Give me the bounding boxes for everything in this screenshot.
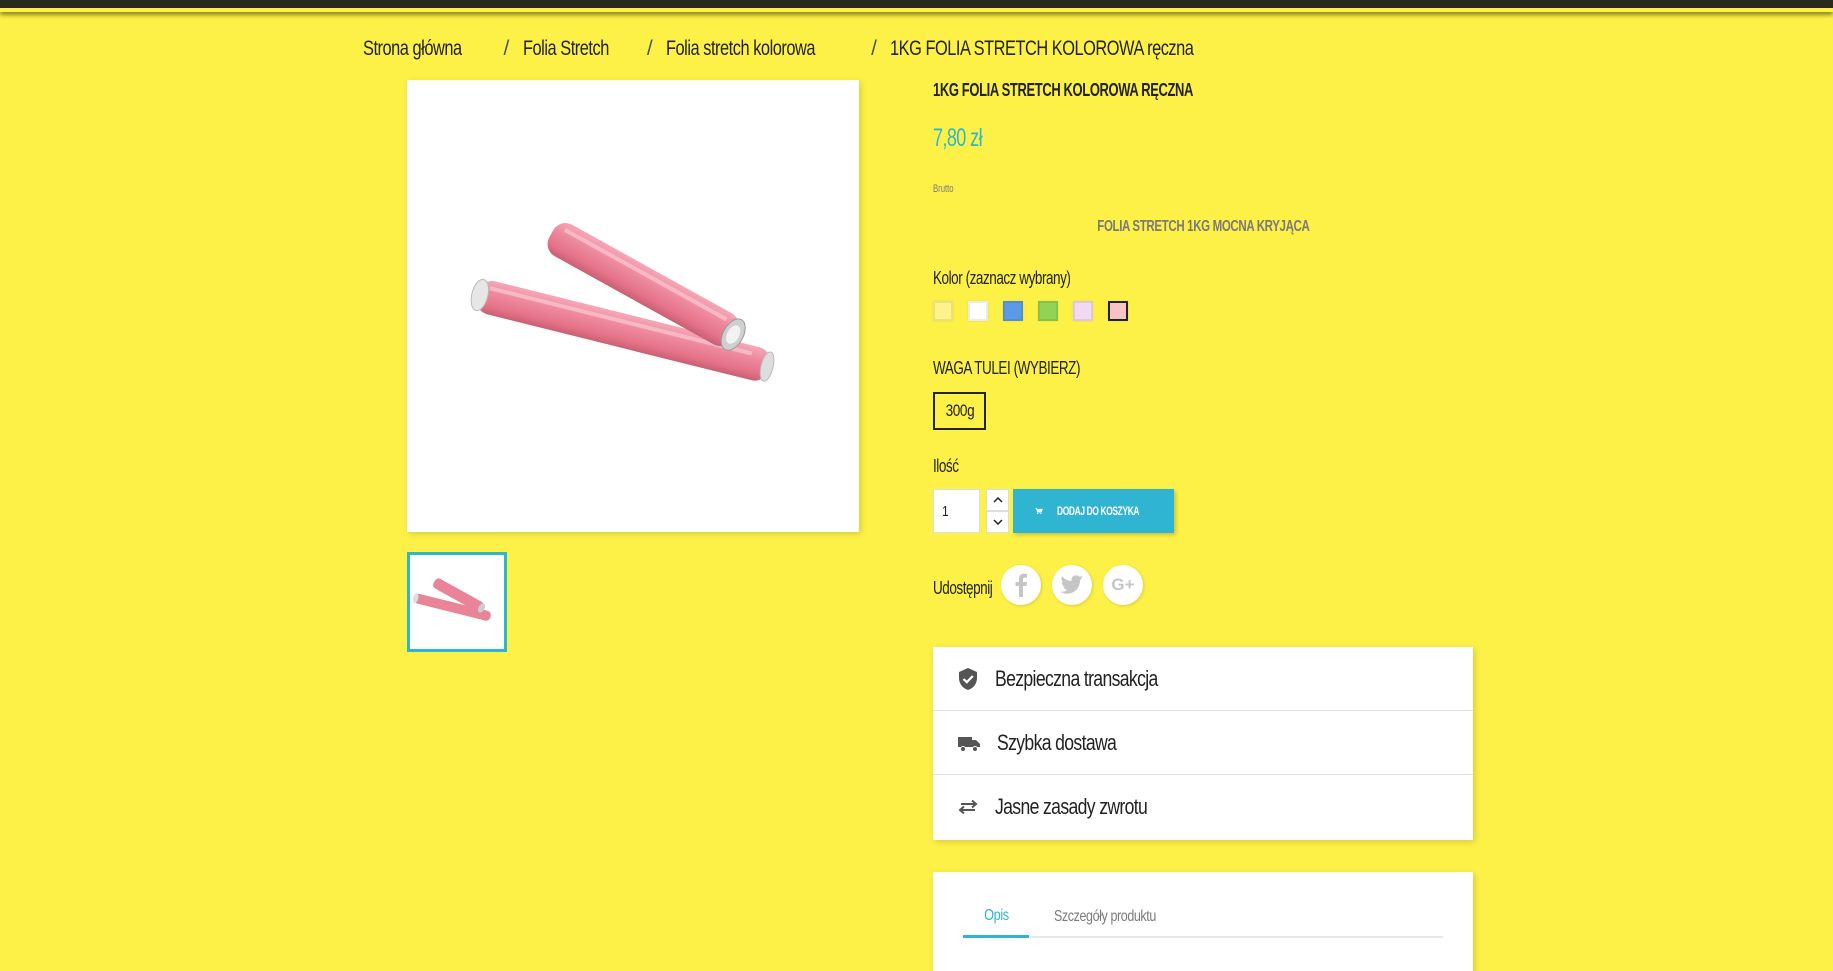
- shopping-cart-icon: [1035, 507, 1043, 515]
- color-swatch-white[interactable]: [968, 301, 988, 321]
- product-price: 7,80 zł: [933, 124, 983, 152]
- breadcrumb: Strona główna / Folia Stretch / Folia st…: [363, 36, 1279, 62]
- shield-check-icon: [959, 667, 977, 690]
- weight-label: WAGA TULEI (WYBIERZ): [933, 358, 1081, 378]
- tab-product-details[interactable]: Szczegóły produktu: [1050, 896, 1189, 938]
- color-swatch-yellow[interactable]: [933, 301, 953, 321]
- quantity-increment-button[interactable]: [986, 489, 1009, 511]
- color-swatch-lavender[interactable]: [1073, 301, 1093, 321]
- reassurance-item-returns: Jasne zasady zwrotu: [933, 775, 1473, 839]
- quantity-decrement-button[interactable]: [986, 511, 1009, 533]
- facebook-icon[interactable]: [1001, 565, 1041, 605]
- breadcrumb-home[interactable]: Strona główna: [363, 37, 489, 61]
- reassurance-item-delivery: Szybka dostawa: [933, 711, 1473, 775]
- product-tabs-card: Opis Szczegóły produktu: [933, 872, 1473, 971]
- color-swatch-pink[interactable]: [1108, 301, 1128, 321]
- color-swatch-green[interactable]: [1038, 301, 1058, 321]
- breadcrumb-folia-stretch-kolorowa[interactable]: Folia stretch kolorowa: [666, 37, 857, 61]
- google-plus-icon[interactable]: G+: [1103, 565, 1143, 605]
- short-description: FOLIA STRETCH 1KG MOCNA KRYJĄCA: [1096, 218, 1310, 235]
- breadcrumb-folia-stretch[interactable]: Folia Stretch: [523, 37, 633, 61]
- pink-stretch-film-rolls-image: [470, 223, 775, 382]
- top-bar: [0, 0, 1833, 12]
- twitter-icon[interactable]: [1052, 565, 1092, 605]
- color-swatches: [933, 301, 1128, 321]
- thumbnail-image: [413, 578, 491, 621]
- tab-description[interactable]: Opis: [963, 896, 1029, 938]
- quantity-input[interactable]: 1: [933, 489, 980, 533]
- add-to-cart-button[interactable]: DODAJ DO KOSZYKA: [1013, 489, 1174, 533]
- color-swatch-blue[interactable]: [1003, 301, 1023, 321]
- breadcrumb-separator: /: [646, 37, 653, 60]
- product-thumbnail[interactable]: [407, 552, 507, 652]
- reassurance-block: Bezpieczna transakcja Szybka dostawa Jas…: [933, 647, 1473, 840]
- reassurance-item-security: Bezpieczna transakcja: [933, 647, 1473, 711]
- quantity-label: Ilość: [933, 456, 959, 476]
- color-label: Kolor (zaznacz wybrany): [933, 268, 1071, 288]
- breadcrumb-current: 1KG FOLIA STRETCH KOLOROWA ręczna: [890, 37, 1194, 60]
- product-tabs-nav: Opis Szczegóły produktu: [963, 896, 1443, 938]
- weight-option-300g[interactable]: 300g: [933, 392, 986, 430]
- truck-icon: [958, 736, 980, 752]
- product-main-image[interactable]: [407, 80, 859, 532]
- swap-arrows-icon: [958, 799, 978, 815]
- chevron-down-icon: [992, 519, 1003, 525]
- share-label: Udostępnij: [933, 578, 993, 598]
- product-title: 1KG FOLIA STRETCH KOLOROWA RĘCZNA: [933, 80, 1194, 100]
- tax-label: Brutto: [933, 183, 954, 195]
- breadcrumb-separator: /: [503, 37, 509, 60]
- breadcrumb-separator: /: [871, 37, 877, 60]
- chevron-up-icon: [992, 497, 1003, 503]
